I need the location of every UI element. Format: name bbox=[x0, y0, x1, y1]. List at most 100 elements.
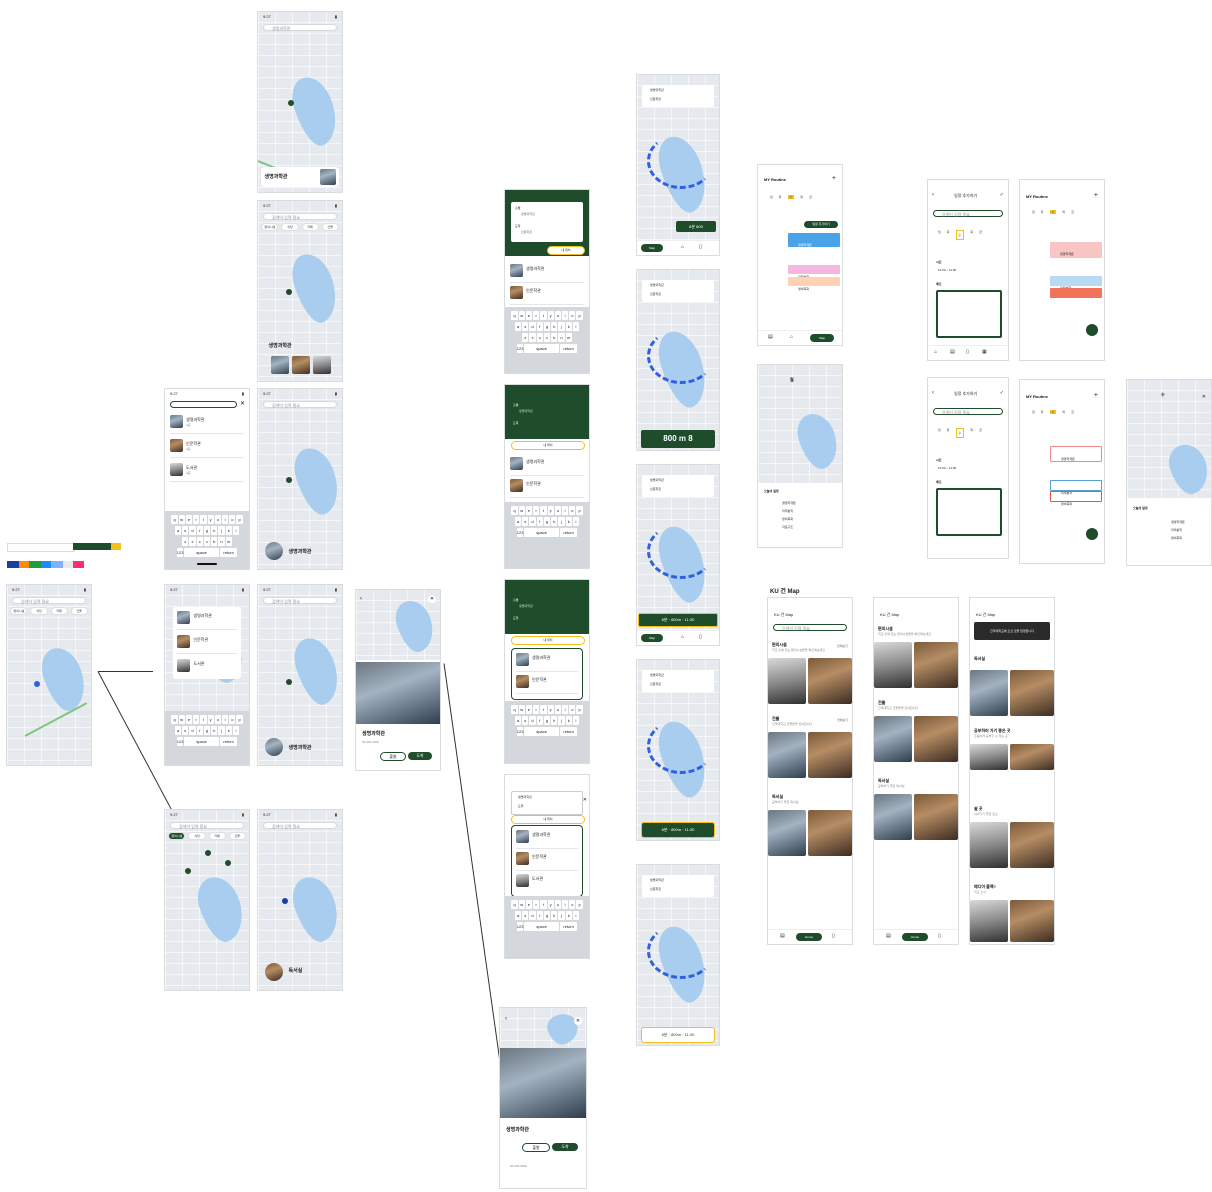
key[interactable]: a bbox=[174, 526, 182, 536]
key[interactable]: a bbox=[514, 910, 522, 920]
add-schedule-button[interactable]: 일정 추가하기 bbox=[804, 221, 838, 228]
list-item[interactable]: 인문학관 bbox=[510, 284, 584, 305]
day-thu[interactable]: 목 bbox=[970, 428, 973, 438]
bookmark-icon[interactable]: ▯ bbox=[938, 933, 941, 939]
key[interactable]: f bbox=[196, 726, 203, 735]
schedule-block[interactable]: 영어회화 bbox=[1050, 288, 1102, 302]
key[interactable]: p bbox=[576, 506, 583, 516]
section-image[interactable] bbox=[1010, 822, 1054, 868]
day-tue[interactable]: 화 bbox=[1041, 210, 1044, 214]
key[interactable]: s bbox=[522, 715, 529, 725]
key[interactable]: o bbox=[569, 899, 576, 909]
key[interactable]: c bbox=[536, 333, 543, 343]
section-image[interactable] bbox=[768, 658, 806, 704]
from-input[interactable]: 생명과학관 bbox=[518, 795, 532, 799]
key[interactable]: w bbox=[178, 715, 185, 724]
key[interactable]: y bbox=[547, 506, 554, 516]
my-location-marker[interactable] bbox=[34, 681, 40, 687]
my-location-button[interactable]: 내 위치 bbox=[511, 441, 585, 450]
key[interactable]: p bbox=[236, 515, 243, 525]
chip-building[interactable]: 건물 bbox=[321, 223, 339, 231]
key[interactable]: i bbox=[561, 311, 569, 321]
list-item[interactable]: 도서관 bbox=[177, 657, 236, 677]
key[interactable]: o bbox=[569, 506, 576, 516]
list-item[interactable]: 인문학관 bbox=[510, 477, 584, 498]
key[interactable]: g bbox=[203, 526, 211, 536]
key[interactable]: i bbox=[221, 515, 229, 525]
time-range[interactable]: 10:00 ~ 11:00 bbox=[938, 268, 956, 272]
day-wed[interactable]: 수 bbox=[955, 428, 965, 438]
key[interactable]: u bbox=[554, 704, 561, 714]
selected-pin[interactable] bbox=[286, 477, 292, 483]
key[interactable]: h bbox=[211, 726, 218, 735]
key[interactable]: l bbox=[572, 715, 580, 725]
back-icon[interactable]: ‹ bbox=[932, 390, 934, 396]
list-item[interactable]: 생명과학관 bbox=[510, 455, 584, 476]
schedule-block[interactable]: 영어회화 bbox=[1050, 491, 1102, 506]
time-to[interactable]: 11:00 bbox=[949, 268, 956, 272]
key-space[interactable]: space bbox=[183, 737, 220, 746]
key-numbers[interactable]: 123 bbox=[516, 528, 523, 538]
time-from[interactable]: 10:00 bbox=[938, 466, 946, 470]
day-thu[interactable]: 목 bbox=[970, 230, 973, 240]
tab-map[interactable]: Map bbox=[641, 244, 663, 252]
section-image[interactable] bbox=[808, 658, 852, 704]
key[interactable]: f bbox=[196, 526, 203, 536]
list-item[interactable]: 생명과학관 bbox=[516, 828, 578, 849]
day-fri[interactable]: 금 bbox=[1071, 410, 1074, 414]
key[interactable]: h bbox=[551, 910, 558, 920]
key[interactable]: k bbox=[225, 726, 232, 735]
day-thu[interactable]: 목 bbox=[1062, 210, 1065, 214]
key[interactable]: y bbox=[207, 515, 214, 525]
key[interactable]: j bbox=[218, 726, 225, 735]
day-mon[interactable]: 월 bbox=[770, 195, 773, 199]
close-icon[interactable]: ✕ bbox=[583, 797, 587, 803]
to-input[interactable]: 도착 bbox=[518, 804, 524, 808]
key[interactable]: a bbox=[514, 517, 522, 527]
key[interactable]: w bbox=[518, 506, 525, 516]
from-input[interactable]: 생명과학관 bbox=[519, 604, 533, 608]
key[interactable]: d bbox=[529, 910, 536, 920]
key[interactable]: a bbox=[514, 715, 522, 725]
place-search-input[interactable]: 검색어 입력 필요 bbox=[932, 210, 1004, 217]
key-space[interactable]: space bbox=[183, 548, 220, 558]
key[interactable]: d bbox=[189, 526, 196, 536]
key[interactable]: s bbox=[522, 322, 529, 332]
day-thu[interactable]: 목 bbox=[800, 195, 803, 199]
day-wed[interactable]: 수 bbox=[1049, 210, 1057, 214]
key[interactable]: f bbox=[536, 715, 543, 725]
key[interactable]: q bbox=[511, 899, 518, 909]
section-image[interactable] bbox=[808, 732, 852, 778]
key[interactable]: t bbox=[540, 704, 547, 714]
day-wed[interactable]: 수 bbox=[955, 230, 965, 240]
from-input[interactable]: 생명과학관 bbox=[650, 88, 664, 92]
key[interactable]: b bbox=[211, 537, 218, 547]
home-icon[interactable]: ⌂ bbox=[681, 634, 684, 640]
home-banner[interactable]: 건국대학교에 오신 것을 환영합니다 bbox=[974, 622, 1050, 640]
key[interactable]: t bbox=[200, 715, 207, 724]
section-image[interactable] bbox=[1010, 670, 1054, 716]
tab-home[interactable]: Home bbox=[796, 933, 822, 941]
key[interactable]: u bbox=[554, 311, 561, 321]
day-tue[interactable]: 화 bbox=[947, 428, 950, 438]
add-icon[interactable]: + bbox=[1094, 192, 1098, 199]
key[interactable]: i bbox=[561, 899, 569, 909]
selected-pin[interactable] bbox=[286, 289, 292, 295]
key[interactable]: j bbox=[558, 910, 565, 920]
key[interactable]: y bbox=[547, 704, 554, 714]
key[interactable]: w bbox=[178, 515, 185, 525]
to-input[interactable]: 인문학관 bbox=[650, 682, 661, 686]
key[interactable]: g bbox=[543, 715, 551, 725]
map-icon[interactable]: ▤ bbox=[886, 933, 891, 939]
key[interactable]: j bbox=[558, 517, 565, 527]
from-input[interactable]: 생명과학관 bbox=[650, 673, 664, 677]
key[interactable]: k bbox=[565, 910, 572, 920]
section-image[interactable] bbox=[914, 642, 958, 688]
map-fab[interactable] bbox=[1086, 528, 1098, 540]
destination-button[interactable]: 도착 bbox=[408, 752, 432, 760]
key[interactable]: x bbox=[189, 537, 196, 547]
search-input[interactable]: 검색어 입력 필요 bbox=[263, 213, 337, 220]
map-fab[interactable] bbox=[1086, 324, 1098, 336]
day-mon[interactable]: 월 bbox=[1032, 210, 1035, 214]
key-return[interactable]: return bbox=[560, 921, 578, 931]
